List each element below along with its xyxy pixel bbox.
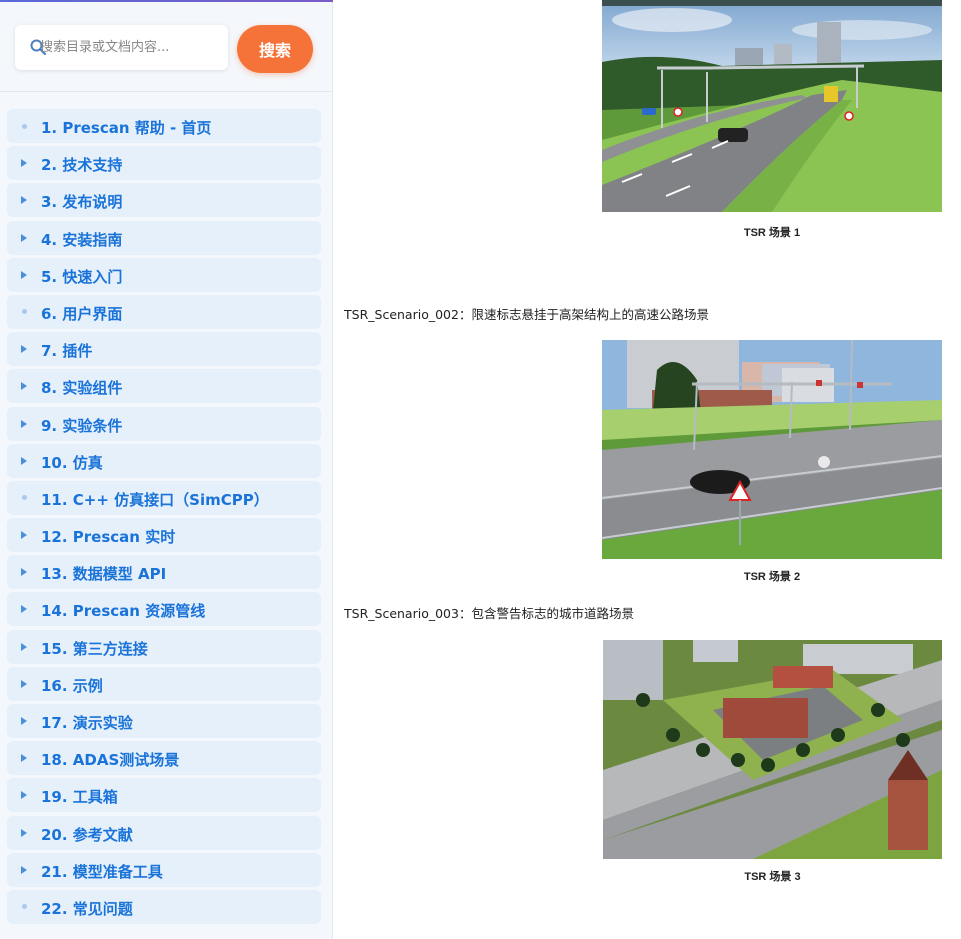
figure-caption-2: TSR 场景 2 xyxy=(743,571,801,583)
sidebar-item-label[interactable]: 9. 实验条件 xyxy=(41,415,122,436)
figure-caption-1: TSR 场景 1 xyxy=(743,227,801,239)
tsr-scene-3-image xyxy=(603,640,942,859)
sidebar-item[interactable]: 14. Prescan 资源管线 xyxy=(7,592,321,627)
tsr-scene-1-image xyxy=(602,0,942,212)
sidebar-item[interactable]: 6. 用户界面 xyxy=(7,294,321,329)
bullet-dot-icon[interactable] xyxy=(19,307,29,317)
sidebar-item-label[interactable]: 15. 第三方连接 xyxy=(41,638,148,659)
sidebar-item[interactable]: 5. 快速入门 xyxy=(7,257,321,292)
sidebar-item-label[interactable]: 21. 模型准备工具 xyxy=(41,861,163,882)
expand-triangle-icon[interactable] xyxy=(19,456,29,466)
sidebar-item-label[interactable]: 6. 用户界面 xyxy=(41,303,122,324)
sidebar-item[interactable]: 20. 参考文献 xyxy=(7,815,321,850)
expand-triangle-icon[interactable] xyxy=(19,381,29,391)
search-area: 搜索 xyxy=(0,2,332,92)
sidebar-item[interactable]: 7. 插件 xyxy=(7,332,321,367)
sidebar-item[interactable]: 17. 演示实验 xyxy=(7,704,321,738)
expand-triangle-icon[interactable] xyxy=(19,753,29,763)
expand-triangle-icon[interactable] xyxy=(19,716,29,726)
sidebar-item-label[interactable]: 13. 数据模型 API xyxy=(41,563,166,584)
expand-triangle-icon[interactable] xyxy=(19,642,29,652)
sidebar-item[interactable]: 13. 数据模型 API xyxy=(7,555,321,590)
expand-triangle-icon[interactable] xyxy=(19,604,29,614)
sidebar-item[interactable]: 8. 实验组件 xyxy=(7,369,321,404)
expand-triangle-icon[interactable] xyxy=(19,567,29,577)
sidebar-item[interactable]: 22. 常见问题 xyxy=(7,889,321,924)
sidebar-item-label[interactable]: 22. 常见问题 xyxy=(41,898,133,919)
sidebar-item-label[interactable]: 1. Prescan 帮助 - 首页 xyxy=(41,117,211,138)
sidebar-item[interactable]: 1. Prescan 帮助 - 首页 xyxy=(7,109,321,143)
sidebar-item[interactable]: 9. 实验条件 xyxy=(7,406,321,441)
sidebar-item-label[interactable]: 20. 参考文献 xyxy=(41,824,133,845)
sidebar-item-label[interactable]: 17. 演示实验 xyxy=(41,712,133,733)
bullet-dot-icon[interactable] xyxy=(19,902,29,912)
expand-triangle-icon[interactable] xyxy=(19,679,29,689)
sidebar-item[interactable]: 11. C++ 仿真接口（SimCPP） xyxy=(7,480,321,515)
sidebar-item[interactable]: 18. ADAS测试场景 xyxy=(7,741,321,776)
search-input[interactable] xyxy=(25,25,225,70)
sidebar-item[interactable]: 19. 工具箱 xyxy=(7,778,321,813)
sidebar-item-label[interactable]: 2. 技术支持 xyxy=(41,154,122,175)
expand-triangle-icon[interactable] xyxy=(19,828,29,838)
sidebar-item-label[interactable]: 19. 工具箱 xyxy=(41,786,118,807)
sidebar-item[interactable]: 12. Prescan 实时 xyxy=(7,518,321,553)
sidebar-item-label[interactable]: 8. 实验组件 xyxy=(41,377,122,398)
sidebar-item[interactable]: 3. 发布说明 xyxy=(7,183,321,218)
main-content: TSR 场景 1 TSR_Scenario_002：限速标志悬挂于高架结构上的高… xyxy=(333,0,961,939)
sidebar-item[interactable]: 21. 模型准备工具 xyxy=(7,852,321,887)
sidebar-item-label[interactable]: 18. ADAS测试场景 xyxy=(41,749,179,770)
sidebar-nav: 1. Prescan 帮助 - 首页 2. 技术支持 3. 发布说明 4. 安装指南 5… xyxy=(7,109,321,927)
expand-triangle-icon[interactable] xyxy=(19,530,29,540)
sidebar: 搜索 1. Prescan 帮助 - 首页 2. 技术支持 3. 发布说明 4. 安装… xyxy=(0,0,333,939)
figure-caption-3: TSR 场景 3 xyxy=(744,871,801,883)
expand-triangle-icon[interactable] xyxy=(19,158,29,168)
sidebar-item-label[interactable]: 14. Prescan 资源管线 xyxy=(41,600,205,621)
sidebar-item-label[interactable]: 4. 安装指南 xyxy=(41,229,122,250)
sidebar-item[interactable]: 4. 安装指南 xyxy=(7,220,321,255)
expand-triangle-icon[interactable] xyxy=(19,790,29,800)
bullet-dot-icon[interactable] xyxy=(19,493,29,503)
bullet-dot-icon[interactable] xyxy=(19,121,29,131)
tsr-scene-2-image xyxy=(602,340,942,559)
expand-triangle-icon[interactable] xyxy=(19,344,29,354)
sidebar-item-label[interactable]: 10. 仿真 xyxy=(41,452,103,473)
scenario-003-text: TSR_Scenario_003：包含警告标志的城市道路场景 xyxy=(344,606,634,621)
sidebar-item[interactable]: 10. 仿真 xyxy=(7,443,321,478)
sidebar-item-label[interactable]: 7. 插件 xyxy=(41,340,92,361)
sidebar-item[interactable]: 15. 第三方连接 xyxy=(7,629,321,664)
search-button[interactable]: 搜索 xyxy=(237,25,313,73)
search-box xyxy=(15,25,228,70)
sidebar-item-label[interactable]: 5. 快速入门 xyxy=(41,266,122,287)
expand-triangle-icon[interactable] xyxy=(19,865,29,875)
sidebar-item-label[interactable]: 12. Prescan 实时 xyxy=(41,526,175,547)
scenario-002-text: TSR_Scenario_002：限速标志悬挂于高架结构上的高速公路场景 xyxy=(344,307,709,322)
expand-triangle-icon[interactable] xyxy=(19,233,29,243)
sidebar-item-label[interactable]: 16. 示例 xyxy=(41,675,103,696)
sidebar-item[interactable]: 2. 技术支持 xyxy=(7,146,321,181)
expand-triangle-icon[interactable] xyxy=(19,419,29,429)
expand-triangle-icon[interactable] xyxy=(19,270,29,280)
sidebar-item-label[interactable]: 11. C++ 仿真接口（SimCPP） xyxy=(41,489,269,510)
sidebar-item-label[interactable]: 3. 发布说明 xyxy=(41,191,122,212)
sidebar-item[interactable]: 16. 示例 xyxy=(7,666,321,701)
expand-triangle-icon[interactable] xyxy=(19,195,29,205)
